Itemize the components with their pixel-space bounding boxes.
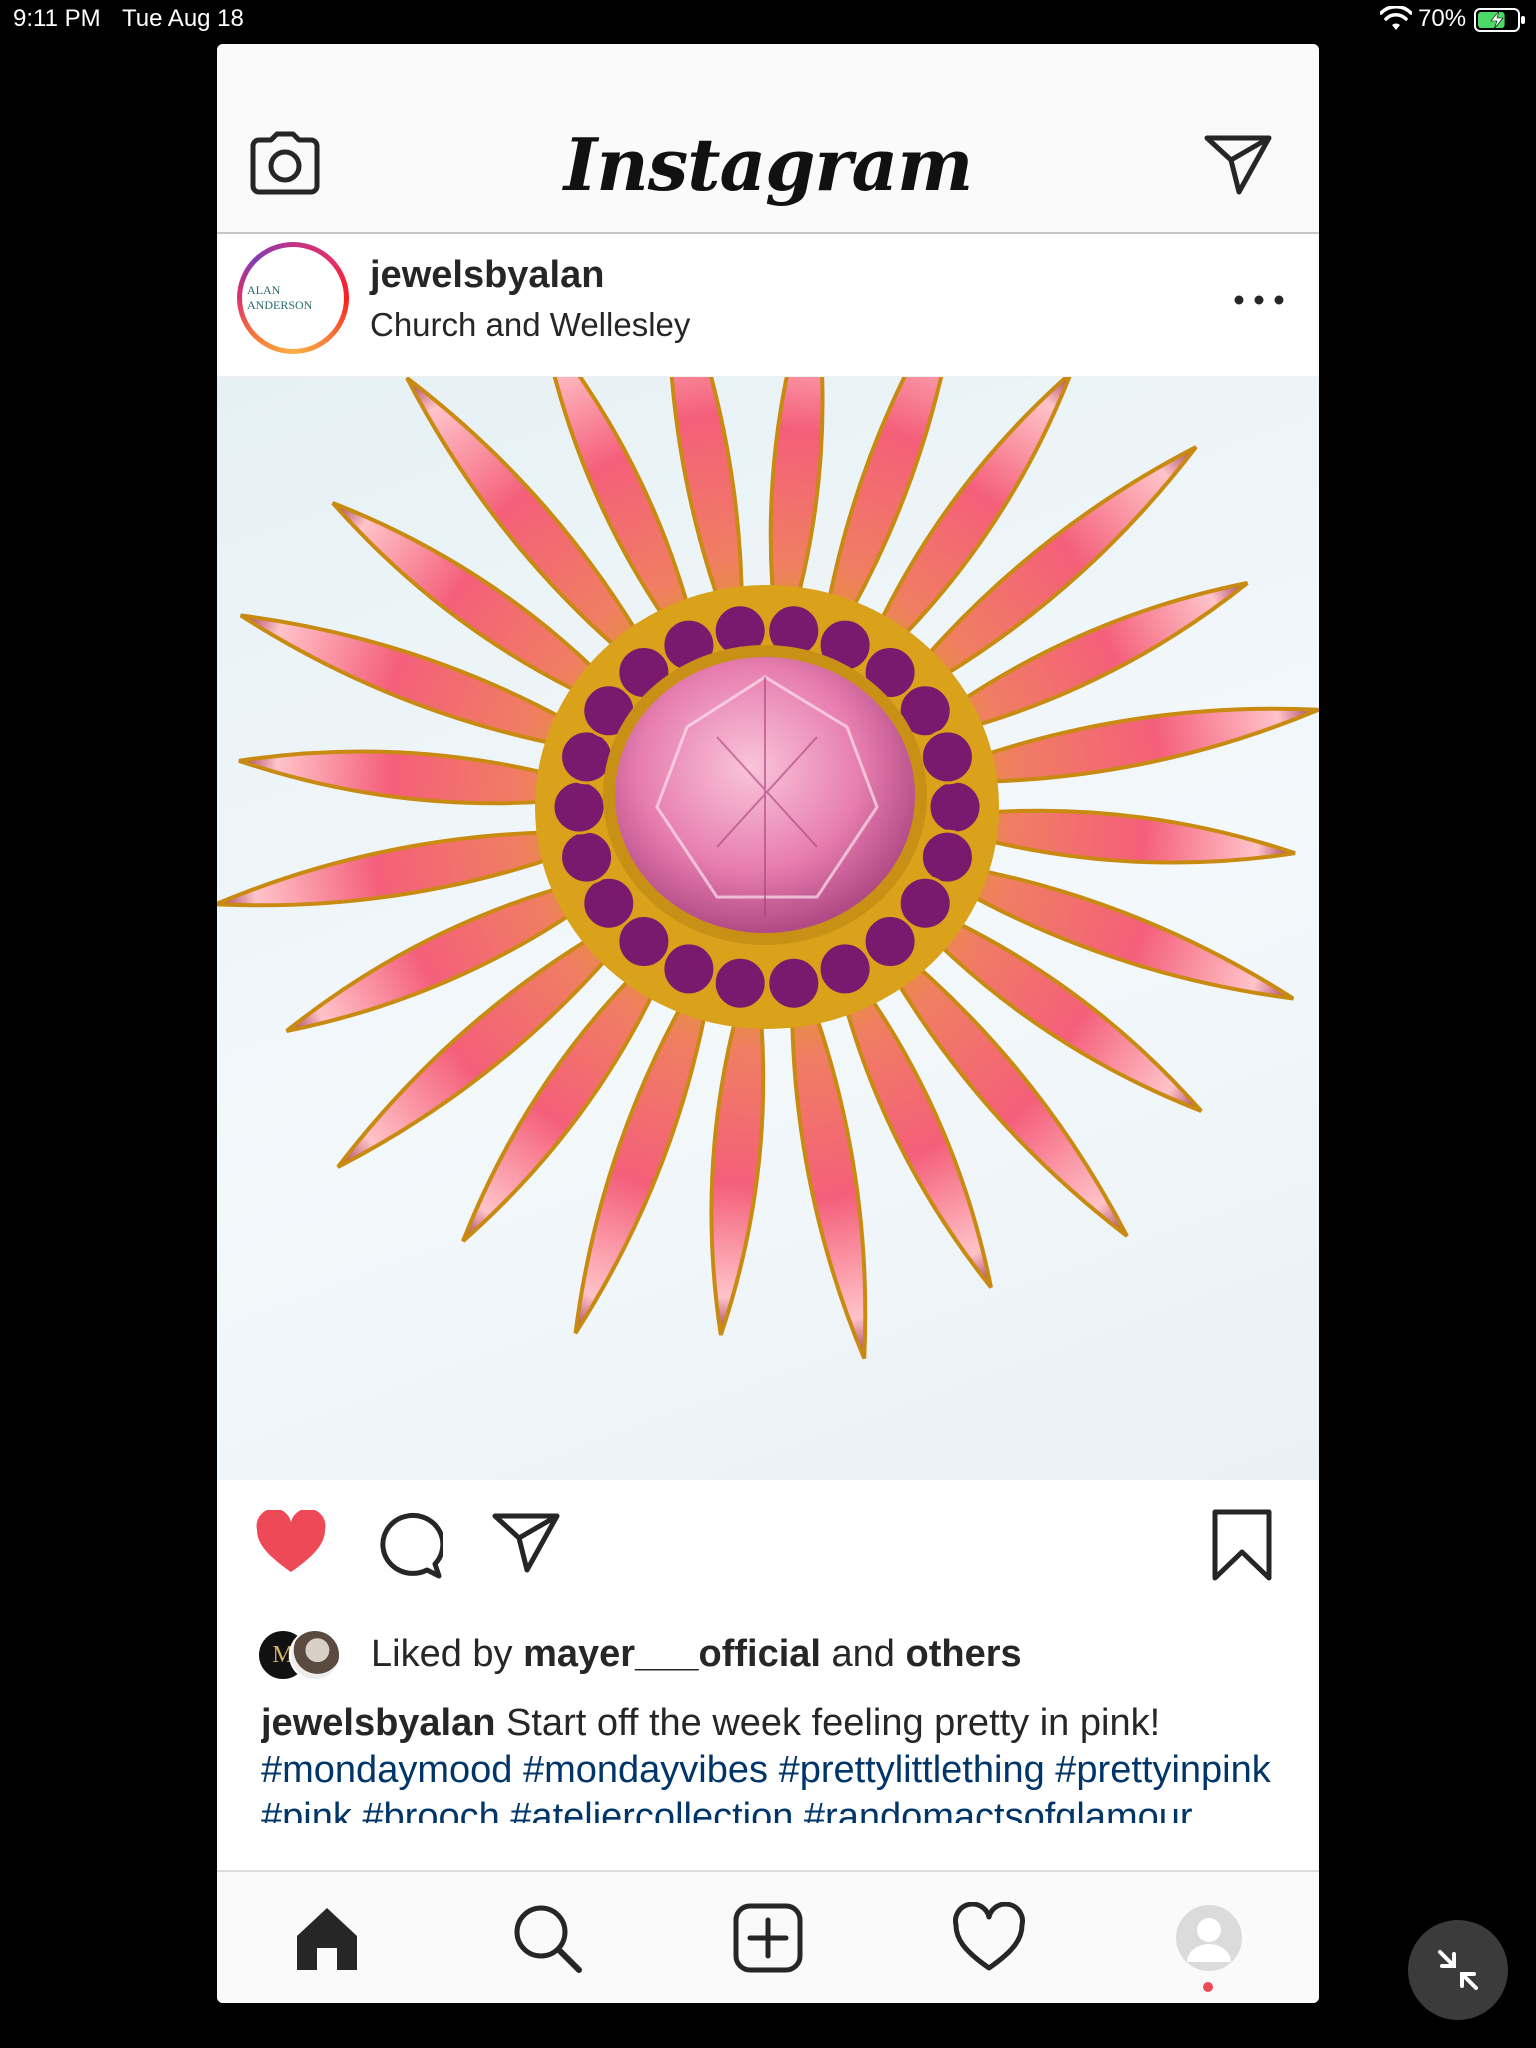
- status-date: Tue Aug 18: [122, 5, 244, 32]
- direct-message-icon[interactable]: [1203, 132, 1273, 196]
- notification-dot: [1203, 1982, 1213, 1992]
- home-icon[interactable]: [291, 1902, 363, 1974]
- hashtag[interactable]: #prettyinpink: [1055, 1749, 1270, 1791]
- hashtag[interactable]: #brooch: [362, 1796, 499, 1823]
- more-horizontal-icon[interactable]: [1229, 290, 1289, 310]
- liked-by-text: Liked by mayer___official and others: [371, 1633, 1022, 1676]
- brooch-rim-stone: [927, 779, 983, 835]
- brooch-image: [217, 377, 1319, 1360]
- hashtag[interactable]: #prettylittlething: [779, 1749, 1045, 1791]
- post-header: ALAN ANDERSON jewelsbyalan Church and We…: [217, 234, 1319, 377]
- wifi-icon: [1380, 6, 1412, 30]
- brooch-rim-stone: [559, 829, 615, 885]
- search-icon[interactable]: [511, 1902, 583, 1974]
- brooch-rim-stone: [919, 729, 975, 785]
- app-header: Instagram: [217, 44, 1319, 234]
- brooch-rim-stone: [581, 875, 637, 931]
- brooch-rim-stone: [766, 955, 822, 1011]
- post-username[interactable]: jewelsbyalan: [370, 254, 604, 297]
- battery-percent: 70%: [1418, 5, 1467, 32]
- plus-square-icon[interactable]: [732, 1902, 804, 1974]
- caption-username[interactable]: jewelsbyalan: [261, 1702, 495, 1744]
- avatar: ALAN ANDERSON: [247, 252, 339, 344]
- likes-others-link[interactable]: others: [905, 1633, 1021, 1675]
- post-image[interactable]: [217, 377, 1319, 1480]
- liker-avatar: [289, 1629, 341, 1681]
- story-ring[interactable]: ALAN ANDERSON: [237, 242, 349, 354]
- collapse-arrows-icon: [1438, 1950, 1478, 1990]
- like-heart-icon[interactable]: [255, 1510, 327, 1576]
- hashtag[interactable]: #mondaymood: [261, 1749, 512, 1791]
- caption-text: Start off the week feeling pretty in pin…: [506, 1702, 1161, 1744]
- likes-row[interactable]: M Liked by mayer___official and others: [257, 1625, 1297, 1685]
- instagram-app: Instagram ALAN ANDERSON jewelsbyalan Chu…: [217, 44, 1319, 2003]
- instagram-logo: Instagram: [563, 122, 974, 207]
- heart-icon[interactable]: [953, 1902, 1025, 1974]
- liked-by-joiner: and: [831, 1633, 895, 1675]
- post-caption: jewelsbyalan Start off the week feeling …: [261, 1700, 1291, 1823]
- liker-username[interactable]: mayer___official: [523, 1633, 821, 1675]
- status-bar: 9:11 PM Tue Aug 18 70%: [0, 0, 1536, 40]
- bottom-tab-bar: [217, 1870, 1319, 2003]
- hashtag[interactable]: #pink: [261, 1796, 352, 1823]
- hashtag[interactable]: #mondayvibes: [523, 1749, 768, 1791]
- brooch-rim-stone: [551, 779, 607, 835]
- brooch-rim-stone: [862, 914, 918, 969]
- action-bar: [217, 1480, 1319, 1620]
- status-time: 9:11 PM: [13, 5, 101, 32]
- liked-by-prefix: Liked by: [371, 1633, 513, 1675]
- brooch-rim-stone: [919, 829, 975, 885]
- hashtag[interactable]: #ateliercollection: [510, 1796, 793, 1823]
- brooch-rim-stone: [712, 955, 768, 1011]
- brooch-rim-stone: [817, 941, 873, 997]
- battery-charging-icon: [1474, 8, 1525, 32]
- profile-avatar-icon[interactable]: [1173, 1902, 1245, 1974]
- brooch-rim-stone: [661, 941, 717, 997]
- minimize-button[interactable]: [1408, 1920, 1508, 2020]
- hashtag[interactable]: #randomactsofglamour: [804, 1796, 1193, 1823]
- comment-icon[interactable]: [373, 1510, 443, 1580]
- share-icon[interactable]: [491, 1510, 561, 1574]
- post-location[interactable]: Church and Wellesley: [370, 306, 690, 344]
- bookmark-icon[interactable]: [1211, 1508, 1273, 1582]
